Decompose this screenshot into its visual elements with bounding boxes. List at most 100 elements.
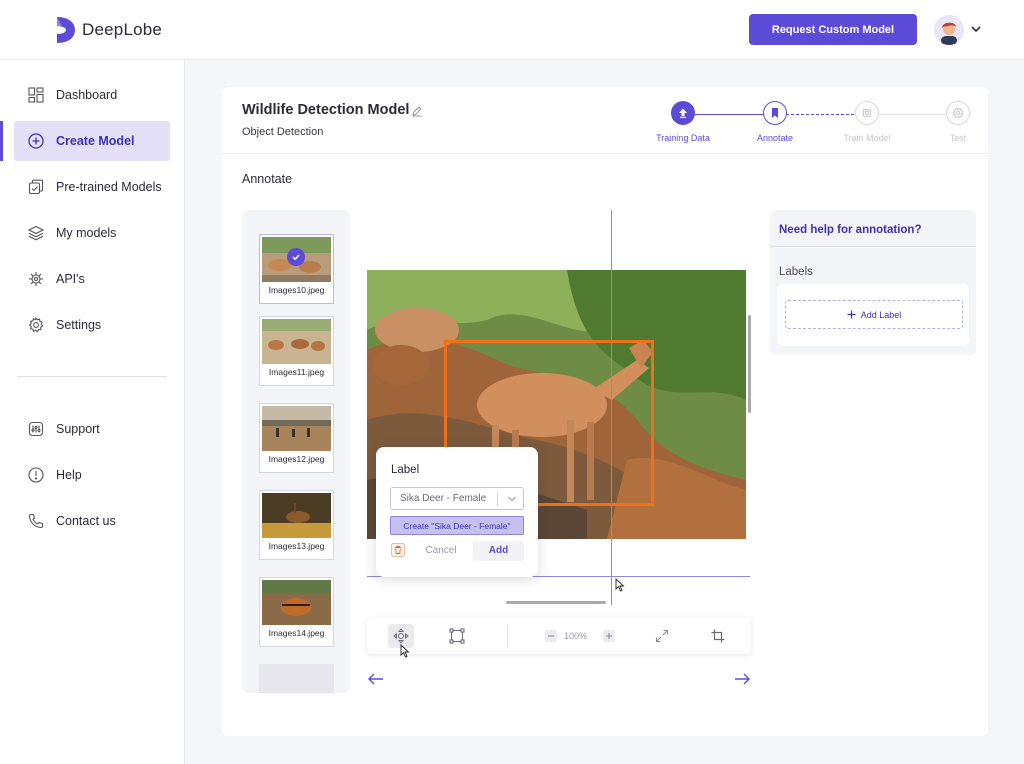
- step-label: Training Data: [656, 133, 710, 143]
- label-popup: Label Sika Deer - Female Create "Sika De…: [376, 447, 538, 577]
- thumbnail-item[interactable]: Images12.jpeg: [259, 403, 334, 473]
- chevron-down-icon[interactable]: [970, 23, 982, 35]
- thumbnail-item[interactable]: Images11.jpeg: [259, 316, 334, 386]
- label-select-value: Sika Deer - Female: [400, 493, 487, 504]
- dashboard-icon: [28, 87, 44, 103]
- step-circle: [946, 101, 970, 125]
- layers-icon: [28, 225, 44, 241]
- zoom-out-icon: [545, 630, 557, 642]
- sidebar-item-create-model[interactable]: Create Model: [14, 121, 170, 161]
- add-label-button[interactable]: Add Label: [785, 300, 963, 329]
- phone-icon: [28, 513, 44, 529]
- canvas-vertical-scrollbar[interactable]: [748, 315, 751, 413]
- step-annotate[interactable]: Annotate: [745, 101, 805, 143]
- sidebar-item-contact-us[interactable]: Contact us: [14, 501, 170, 541]
- help-icon: [28, 467, 44, 483]
- arrow-left-icon[interactable]: [367, 672, 385, 686]
- thumbnail-item[interactable]: Images13.jpeg: [259, 490, 334, 560]
- zoom-in-icon: [603, 630, 615, 642]
- labels-box: Add Label: [777, 284, 969, 346]
- sidebar-item-label: Pre-trained Models: [56, 180, 162, 194]
- plus-circle-icon: [28, 133, 44, 149]
- top-bar: DeepLobe Request Custom Model: [0, 0, 1024, 60]
- thumbnail-label: Images11.jpeg: [268, 367, 325, 377]
- sidebar-item-apis[interactable]: API's: [14, 259, 170, 299]
- thumbnail-item[interactable]: [259, 664, 334, 693]
- step-label: Test: [949, 133, 967, 143]
- gear-icon: [952, 107, 964, 119]
- add-button[interactable]: Add: [473, 541, 524, 561]
- crosshair-vertical: [611, 210, 612, 605]
- pencil-icon[interactable]: [411, 105, 423, 117]
- sidebar-item-label: Support: [56, 422, 100, 436]
- mouse-cursor-icon: [615, 578, 625, 592]
- check-icon: [292, 254, 300, 261]
- sidebar-item-label: Contact us: [56, 514, 116, 528]
- sidebar-item-settings[interactable]: Settings: [14, 305, 170, 345]
- annotation-toolbar: 100%: [367, 618, 751, 654]
- avatar[interactable]: [934, 15, 964, 45]
- crop-button[interactable]: [705, 624, 731, 648]
- support-icon: [28, 421, 44, 437]
- sidebar-item-pretrained-models[interactable]: Pre-trained Models: [14, 167, 170, 207]
- label-select[interactable]: Sika Deer - Female: [390, 487, 524, 510]
- upload-icon: [679, 108, 687, 118]
- thumbnail-image: [262, 493, 331, 538]
- user-avatar-icon: [934, 15, 964, 45]
- thumbnail-image: [262, 580, 331, 625]
- sidebar-item-label: Settings: [56, 318, 102, 332]
- cancel-button[interactable]: Cancel: [413, 541, 469, 561]
- thumbnail-image: [262, 319, 331, 364]
- brand-logo[interactable]: DeepLobe: [54, 15, 162, 45]
- sidebar-item-label: Help: [56, 468, 82, 482]
- mouse-cursor-icon: [400, 644, 410, 658]
- labels-heading: Labels: [779, 266, 813, 278]
- model-type: Object Detection: [242, 126, 324, 138]
- bookmark-icon: [772, 108, 778, 118]
- add-label-text: Add Label: [860, 309, 902, 320]
- thumbnail-item[interactable]: Images10.jpeg: [259, 234, 334, 304]
- sidebar-item-label: Create Model: [56, 134, 135, 148]
- step-circle: [855, 101, 879, 125]
- zoom-level: 100%: [564, 631, 588, 641]
- section-title: Annotate: [242, 172, 293, 186]
- crop-icon: [711, 629, 725, 643]
- create-label-option[interactable]: Create "Sika Deer - Female": [390, 516, 524, 535]
- step-test[interactable]: Test: [928, 101, 988, 143]
- select-divider: [497, 492, 498, 506]
- sidebar-divider: [17, 376, 167, 377]
- fit-screen-button[interactable]: [649, 624, 675, 648]
- bounding-box-tool-button[interactable]: [444, 624, 470, 648]
- chevron-down-icon: [508, 496, 516, 502]
- page-title: Wildlife Detection Model: [242, 102, 410, 118]
- sidebar-item-support[interactable]: Support: [14, 409, 170, 449]
- popup-title: Label: [391, 464, 420, 476]
- step-label: Annotate: [756, 133, 794, 143]
- zoom-out-button[interactable]: [538, 624, 564, 648]
- help-link[interactable]: Need help for annotation?: [779, 224, 921, 236]
- api-icon: [29, 272, 43, 286]
- thumbnail-label: Images14.jpeg: [268, 628, 325, 638]
- step-circle: [671, 101, 695, 125]
- thumbnail-label: Images10.jpeg: [268, 285, 325, 295]
- step-circle: [763, 101, 787, 125]
- step-label: Train Model: [843, 133, 891, 143]
- cpu-icon: [863, 109, 871, 117]
- bounding-box-icon: [449, 628, 465, 644]
- thumbnail-list[interactable]: Images10.jpeg Images11.jpeg Images12.jpe…: [242, 210, 350, 693]
- arrow-right-icon[interactable]: [733, 672, 751, 686]
- thumbnail-item[interactable]: Images14.jpeg: [259, 577, 334, 647]
- step-training-data[interactable]: Training Data: [653, 101, 713, 143]
- main-card: Wildlife Detection Model Object Detectio…: [222, 87, 988, 736]
- zoom-in-button[interactable]: [596, 624, 622, 648]
- help-divider: [770, 246, 976, 247]
- sidebar-item-dashboard[interactable]: Dashboard: [14, 75, 170, 115]
- trash-icon[interactable]: [391, 543, 405, 557]
- deeplobe-logo-icon: [57, 17, 75, 43]
- sidebar-item-help[interactable]: Help: [14, 455, 170, 495]
- step-train-model[interactable]: Train Model: [837, 101, 897, 143]
- canvas-horizontal-scrollbar[interactable]: [506, 601, 606, 604]
- request-custom-model-button[interactable]: Request Custom Model: [749, 14, 917, 45]
- header-divider: [222, 153, 988, 154]
- sidebar-item-my-models[interactable]: My models: [14, 213, 170, 253]
